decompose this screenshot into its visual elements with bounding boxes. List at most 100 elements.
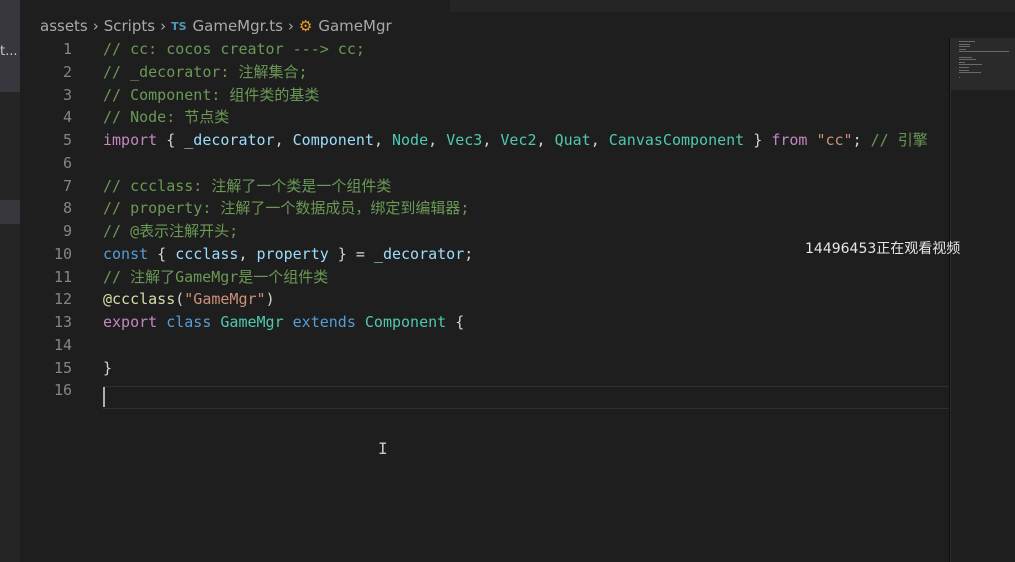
code-line[interactable]: 2 // _decorator: 注解集合;: [20, 61, 950, 84]
editor-tab[interactable]: [20, 0, 450, 12]
sidebar-tab-label: t...: [0, 44, 18, 59]
breadcrumb-scripts[interactable]: Scripts: [104, 17, 155, 35]
code-line[interactable]: 4 // Node: 节点类: [20, 106, 950, 129]
code-line[interactable]: 16: [20, 379, 950, 402]
code-token: }: [103, 358, 113, 377]
code-text: }: [103, 357, 112, 380]
code-token: Quat: [554, 131, 591, 149]
code-token: Node: [392, 131, 429, 149]
code-token: GameMgr: [220, 313, 284, 331]
minimap-line: [959, 72, 981, 74]
breadcrumb-symbol[interactable]: GameMgr: [318, 17, 391, 35]
code-line[interactable]: 13 export class GameMgr extends Component…: [20, 311, 950, 334]
code-text: // cc: cocos creator ---> cc;: [103, 38, 365, 61]
code-text: import { _decorator, Component, Node, Ve…: [103, 129, 928, 152]
line-number: 3: [62, 85, 72, 104]
line-number: 4: [62, 108, 72, 127]
minimap-line: [959, 59, 976, 61]
minimap-line: [959, 67, 970, 68]
class-symbol-icon: ⚙: [298, 17, 313, 35]
minimap-line: [959, 69, 970, 71]
code-token: _decorator: [184, 131, 275, 149]
code-token: CanvasComponent: [608, 131, 745, 149]
code-token: from: [771, 131, 808, 149]
typescript-file-icon: TS: [171, 19, 187, 33]
code-editor[interactable]: 1 // cc: cocos creator ---> cc; 2 // _decor…: [20, 38, 950, 562]
minimap-line: [959, 41, 975, 42]
code-line[interactable]: 6: [20, 152, 950, 175]
minimap[interactable]: [950, 38, 1015, 562]
line-number: 15: [53, 358, 72, 377]
line-number: 14: [53, 335, 72, 354]
code-line[interactable]: 14: [20, 334, 950, 357]
ibeam-cursor-icon: I: [378, 439, 388, 458]
code-text: @ccclass("GameMgr"): [103, 288, 275, 311]
code-line[interactable]: 1 // cc: cocos creator ---> cc;: [20, 38, 950, 61]
sidebar-panel-tab[interactable]: t...: [0, 0, 20, 92]
code-token: import: [103, 131, 158, 149]
code-token: ,: [238, 244, 257, 263]
code-token: const: [103, 244, 149, 263]
minimap-line: [959, 64, 982, 66]
code-token: // cc: cocos creator ---> cc;: [103, 40, 365, 58]
minimap-line: [959, 77, 960, 79]
code-token: "cc": [816, 131, 853, 149]
code-token: Component: [364, 313, 447, 331]
code-line[interactable]: 12 @ccclass("GameMgr"): [20, 288, 950, 311]
code-token: "GameMgr": [184, 290, 266, 309]
minimap-line: [959, 48, 966, 50]
code-token: ,: [536, 131, 555, 149]
code-token: _decorator: [373, 244, 465, 263]
code-token: export: [103, 313, 158, 331]
sidebar-selected-item[interactable]: [0, 200, 20, 224]
code-token: // Node: 节点类: [103, 108, 230, 127]
code-text: // 注解了GameMgr是一个组件类: [103, 266, 328, 289]
line-number: 10: [53, 244, 72, 263]
code-line[interactable]: 7 // ccclass: 注解了一个类是一个组件类: [20, 175, 950, 198]
code-line[interactable]: 11 // 注解了GameMgr是一个组件类: [20, 266, 950, 289]
breadcrumb: assets › Scripts › TS GameMgr.ts › ⚙ Gam…: [40, 14, 392, 38]
code-token: // _decorator: 注解集合;: [103, 62, 308, 81]
code-token: @ccclass: [103, 290, 176, 309]
minimap-line: [959, 51, 1009, 53]
chevron-right-icon: ›: [287, 17, 294, 35]
line-number: 5: [62, 131, 72, 149]
code-token: extends: [292, 313, 356, 331]
code-token: // Component: 组件类的基类: [103, 85, 320, 104]
code-text: // property: 注解了一个数据成员，绑定到编辑器;: [103, 197, 469, 220]
breadcrumb-assets[interactable]: assets: [40, 17, 88, 35]
code-line[interactable]: 3 // Component: 组件类的基类: [20, 84, 950, 107]
code-token: // @表示注解开头;: [103, 222, 239, 240]
line-number: 12: [53, 290, 72, 309]
code-line[interactable]: 5 import { _decorator, Component, Node, V…: [20, 129, 950, 152]
line-number: 2: [62, 62, 72, 81]
code-token: } =: [328, 244, 374, 263]
minimap-line: [959, 56, 973, 58]
minimap-line: [959, 61, 966, 63]
code-token: }: [744, 131, 772, 149]
line-number: 11: [53, 267, 72, 286]
code-text: // @表示注解开头;: [103, 220, 238, 243]
code-token: property: [256, 244, 329, 263]
line-number: 6: [62, 153, 72, 172]
code-token: ,: [590, 131, 609, 149]
code-token: {: [148, 244, 176, 263]
chevron-right-icon: ›: [92, 17, 99, 35]
line-number: 1: [62, 40, 72, 58]
chevron-right-icon: ›: [160, 17, 167, 35]
code-token: ,: [274, 131, 293, 149]
code-token: ,: [482, 131, 501, 149]
minimap-line: [959, 43, 970, 45]
code-token: ;: [464, 244, 474, 263]
breadcrumb-file[interactable]: GameMgr.ts: [193, 17, 283, 35]
code-token: Vec3: [446, 131, 483, 149]
code-token: {: [157, 131, 185, 149]
code-line[interactable]: 15}: [20, 357, 950, 380]
code-token: // 引擎: [870, 131, 928, 149]
code-token: ccclass: [175, 244, 239, 263]
code-line[interactable]: 8 // property: 注解了一个数据成员，绑定到编辑器;: [20, 197, 950, 220]
code-token: ,: [373, 131, 392, 149]
code-text: export class GameMgr extends Component {: [103, 311, 464, 334]
